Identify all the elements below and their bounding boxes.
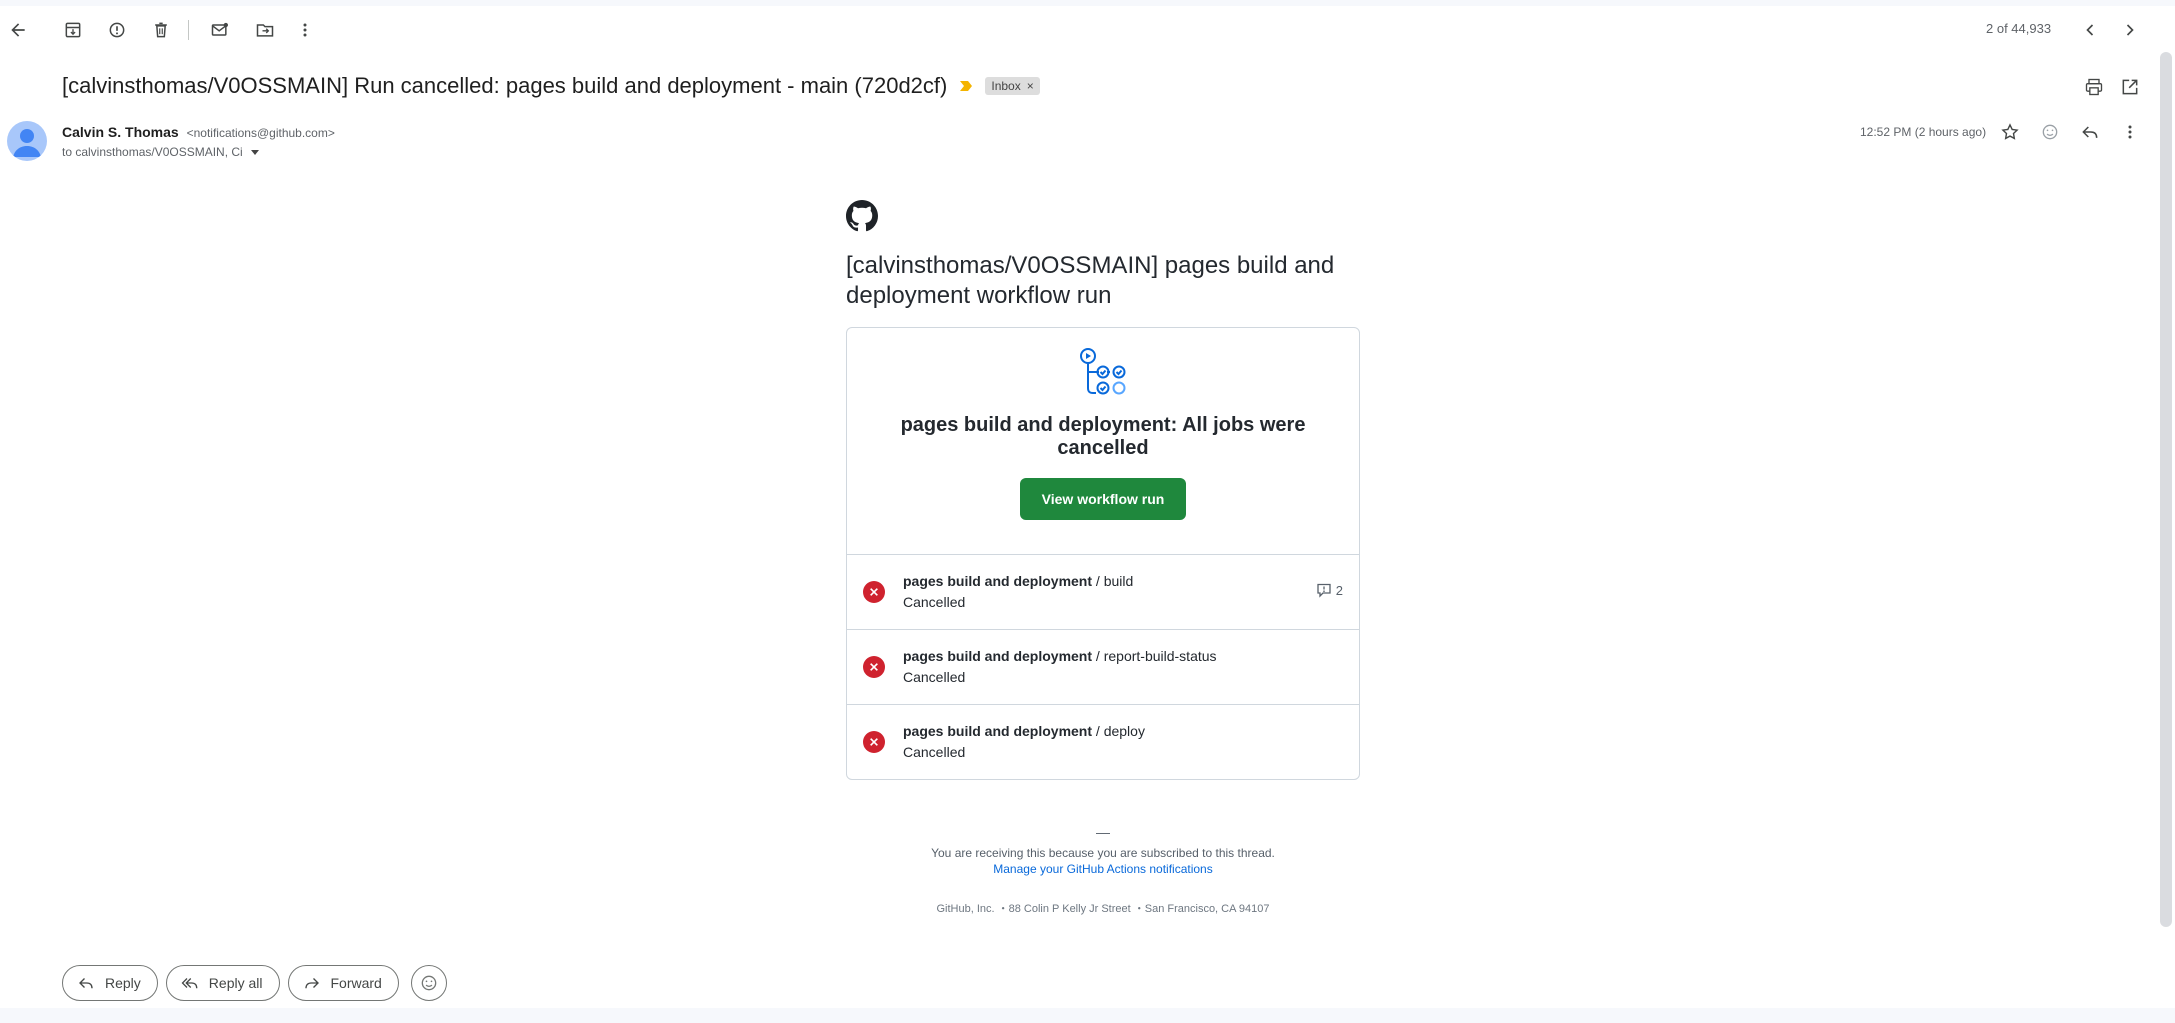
annotation-count-value: 2: [1335, 582, 1343, 598]
reply-all-button[interactable]: Reply all: [165, 965, 280, 1001]
emoji-reaction-button[interactable]: [410, 965, 447, 1001]
star-icon[interactable]: [1994, 116, 2026, 148]
email-body: [calvinsthomas/V0OSSMAIN] pages build an…: [846, 200, 1360, 916]
job-text: pages build and deployment / build Cance…: [903, 571, 1133, 613]
job-status: Cancelled: [903, 594, 966, 610]
job-workflow-name: pages build and deployment: [903, 573, 1093, 589]
forward-button-label: Forward: [330, 975, 382, 991]
message-more-vert-icon[interactable]: [2114, 116, 2146, 148]
sender-avatar[interactable]: [7, 121, 47, 161]
forward-arrow-icon: [304, 978, 319, 989]
forward-button[interactable]: Forward: [287, 965, 399, 1001]
scrollbar[interactable]: [2160, 52, 2172, 927]
job-row[interactable]: pages build and deployment / build Cance…: [847, 555, 1359, 630]
job-separator: /: [1092, 723, 1104, 739]
reply-all-button-label: Reply all: [208, 975, 263, 991]
reply-bar: Reply Reply all Forward: [62, 965, 447, 1001]
top-strip: [0, 0, 2175, 6]
workflow-card-header: pages build and deployment: All jobs wer…: [847, 328, 1359, 555]
reply-all-arrow-icon: [181, 978, 198, 989]
open-new-window-icon[interactable]: [2114, 71, 2146, 103]
more-vert-icon[interactable]: [289, 14, 321, 46]
footer-divider: —: [1096, 824, 1110, 840]
email-timestamp: 12:52 PM (2 hours ago): [1860, 125, 1987, 139]
job-step-name: deploy: [1103, 723, 1145, 739]
emoji-icon: [421, 975, 437, 991]
annotation-count: 2: [1316, 582, 1343, 598]
importance-marker-icon[interactable]: [959, 79, 973, 93]
inbox-label-text: Inbox: [991, 79, 1021, 93]
subject-row: [calvinsthomas/V0OSSMAIN] Run cancelled:…: [62, 73, 1040, 99]
reply-arrow-icon: [79, 978, 93, 989]
job-row[interactable]: pages build and deployment / deploy Canc…: [847, 705, 1359, 779]
remove-label-icon[interactable]: ×: [1027, 79, 1034, 93]
view-workflow-run-button[interactable]: View workflow run: [1019, 478, 1187, 520]
inbox-label: Inbox ×: [985, 77, 1040, 95]
job-row[interactable]: pages build and deployment / report-buil…: [847, 630, 1359, 705]
recipients-line: to calvinsthomas/V0OSSMAIN, Ci: [62, 145, 259, 159]
job-status: Cancelled: [903, 669, 966, 685]
footer-reason: You are receiving this because you are s…: [931, 846, 1275, 860]
reply-icon[interactable]: [2074, 116, 2106, 148]
toolbar-divider: [188, 20, 189, 40]
delete-icon[interactable]: [145, 14, 177, 46]
recipients-text: to calvinsthomas/V0OSSMAIN, Ci: [62, 145, 243, 159]
job-separator: /: [1092, 648, 1104, 664]
pager-count: 2 of 44,933: [1986, 21, 2052, 36]
email-footer: — You are receiving this because you are…: [846, 824, 1360, 916]
chevron-right-icon[interactable]: [2114, 14, 2146, 46]
job-status: Cancelled: [903, 744, 966, 760]
email-subject: [calvinsthomas/V0OSSMAIN] Run cancelled:…: [62, 73, 948, 98]
sender-email: <notifications@github.com>: [186, 126, 335, 140]
chevron-left-icon[interactable]: [2074, 14, 2106, 46]
comment-annotation-icon: [1317, 583, 1331, 598]
back-arrow-icon[interactable]: [2, 14, 34, 46]
reply-button[interactable]: Reply: [62, 965, 158, 1001]
print-icon[interactable]: [2078, 71, 2110, 103]
add-reaction-icon[interactable]: [2034, 116, 2066, 148]
job-step-name: report-build-status: [1103, 648, 1217, 664]
github-logo-icon: [846, 200, 878, 232]
recipient-details-caret-icon[interactable]: [250, 149, 259, 155]
move-to-icon[interactable]: [249, 14, 281, 46]
job-workflow-name: pages build and deployment: [903, 723, 1093, 739]
sender-line: Calvin S. Thomas <notifications@github.c…: [62, 124, 335, 140]
job-workflow-name: pages build and deployment: [903, 648, 1093, 664]
job-text: pages build and deployment / report-buil…: [903, 646, 1217, 688]
bottom-strip: [0, 1008, 2175, 1023]
email-heading: [calvinsthomas/V0OSSMAIN] pages build an…: [846, 252, 1335, 309]
cancelled-x-icon: [863, 731, 885, 753]
sender-name[interactable]: Calvin S. Thomas: [62, 124, 179, 140]
cancelled-x-icon: [863, 656, 885, 678]
job-step-name: build: [1103, 573, 1134, 589]
workflow-card: pages build and deployment: All jobs wer…: [846, 327, 1360, 780]
reply-button-label: Reply: [105, 975, 141, 991]
cancelled-x-icon: [863, 581, 885, 603]
footer-address: GitHub, Inc. ・88 Colin P Kelly Jr Street…: [936, 903, 1270, 915]
workflow-status-heading: pages build and deployment: All jobs wer…: [900, 414, 1306, 459]
report-spam-icon[interactable]: [101, 14, 133, 46]
mark-unread-icon[interactable]: [204, 14, 236, 46]
archive-icon[interactable]: [57, 14, 89, 46]
job-separator: /: [1092, 573, 1104, 589]
workflow-graph-icon: [1080, 348, 1126, 395]
job-text: pages build and deployment / deploy Canc…: [903, 721, 1145, 763]
manage-notifications-link[interactable]: Manage your GitHub Actions notifications: [993, 862, 1212, 876]
